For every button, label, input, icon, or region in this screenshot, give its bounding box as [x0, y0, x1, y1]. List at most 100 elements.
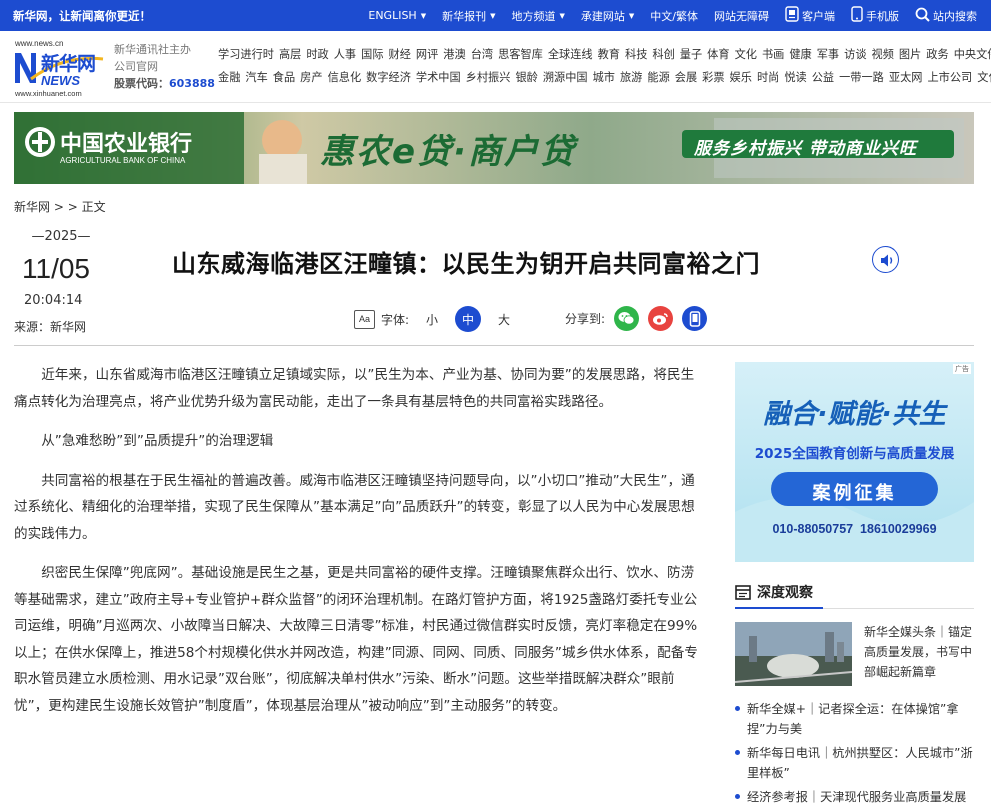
- list-item[interactable]: 经济参考报｜天津现代服务业高质量发展: [735, 787, 974, 807]
- site-header: www.news.cn 新华网 NEWS www.xinhuanet.com 新…: [0, 31, 991, 103]
- channel-link-8[interactable]: 银龄: [515, 66, 537, 89]
- font-size-label: 字体:: [381, 312, 410, 327]
- nav-newspapers[interactable]: 新华报刊 ▼: [442, 8, 495, 24]
- channel-link-24[interactable]: 中央文件: [954, 43, 991, 66]
- channel-link-20[interactable]: 亚太网: [889, 66, 923, 89]
- channel-link-17[interactable]: 悦读: [784, 66, 806, 89]
- channel-link-13[interactable]: 会展: [675, 66, 697, 89]
- nav-traditional-chinese[interactable]: 中文/繁体: [650, 8, 698, 24]
- read-aloud-button[interactable]: [872, 246, 899, 273]
- channel-link-17[interactable]: 书画: [762, 43, 784, 66]
- nav-accessibility[interactable]: 网站无障碍: [714, 8, 769, 24]
- channel-link-11[interactable]: 教育: [598, 43, 620, 66]
- channel-link-1[interactable]: 高层: [279, 43, 301, 66]
- channel-link-15[interactable]: 体育: [707, 43, 729, 66]
- stock-code[interactable]: 603888: [169, 77, 215, 90]
- nav-search[interactable]: 站内搜索: [915, 7, 977, 25]
- share-weibo-button[interactable]: [648, 306, 674, 331]
- channel-link-6[interactable]: 学术中国: [416, 66, 461, 89]
- nav-english[interactable]: ENGLISH ▼: [368, 9, 426, 22]
- font-size-medium-button[interactable]: 中: [455, 306, 482, 332]
- channel-link-20[interactable]: 访谈: [844, 43, 866, 66]
- logo-news-text: NEWS: [41, 73, 80, 88]
- search-icon: [915, 7, 930, 25]
- channel-link-23[interactable]: 政务: [926, 43, 948, 66]
- channel-link-3[interactable]: 房产: [300, 66, 322, 89]
- wechat-icon: [618, 312, 635, 325]
- channel-link-19[interactable]: 军事: [817, 43, 839, 66]
- channel-row-1: 学习进行时 高层 时政 人事 国际 财经 网评 港澳 台湾 思客智库 全球连线 教育 科技 科创 量子 体育文…: [218, 43, 991, 66]
- channel-link-7[interactable]: 乡村振兴: [466, 66, 511, 89]
- nav-newspapers-label: 新华报刊: [442, 9, 487, 23]
- channel-link-10[interactable]: 城市: [593, 66, 615, 89]
- article-paragraph: 织密民生保障”兜底网”。基础设施是民生之基，更是共同富裕的硬件支撑。汪疃镇聚焦群…: [14, 565, 698, 714]
- bank-banner-ad[interactable]: 中国农业银行 AGRICULTURAL BANK OF CHINA 惠农e贷·商…: [14, 112, 974, 184]
- channel-link-5[interactable]: 数字经济: [366, 66, 411, 89]
- deep-observation-title: 深度观察: [757, 585, 813, 601]
- ad-cta-button[interactable]: 案例征集: [771, 479, 938, 505]
- breadcrumb-separator: >: [53, 200, 64, 214]
- channel-link-0[interactable]: 金融: [218, 66, 240, 89]
- site-logo[interactable]: www.news.cn 新华网 NEWS www.xinhuanet.com: [13, 39, 105, 98]
- chevron-down-icon: ▼: [420, 11, 427, 20]
- channel-link-11[interactable]: 旅游: [620, 66, 642, 89]
- channel-link-19[interactable]: 一带一路: [839, 66, 884, 89]
- channel-link-21[interactable]: 视频: [872, 43, 894, 66]
- channel-link-1[interactable]: 汽车: [245, 66, 267, 89]
- stock-label: 股票代码：: [114, 77, 169, 90]
- channel-link-7[interactable]: 港澳: [443, 43, 465, 66]
- list-item[interactable]: 新华每日电讯｜杭州拱墅区：人民城市”浙里样板”: [735, 743, 974, 783]
- channel-link-2[interactable]: 食品: [273, 66, 295, 89]
- share-mobile-button[interactable]: [682, 306, 708, 331]
- channel-link-12[interactable]: 能源: [647, 66, 669, 89]
- channel-link-2[interactable]: 时政: [306, 43, 328, 66]
- feature-title[interactable]: 新华全媒头条｜锚定高质量发展，书写中部崛起新篇章: [864, 622, 976, 682]
- speaker-icon: [881, 254, 893, 267]
- nav-app[interactable]: 客户端: [785, 6, 835, 25]
- nav-mobile[interactable]: 手机版: [851, 6, 899, 25]
- channel-link-13[interactable]: 科创: [652, 43, 674, 66]
- list-item[interactable]: 新华全媒+｜记者探全运：在体操馆”拿捏”力与美: [735, 699, 974, 739]
- channel-link-16[interactable]: 文化: [735, 43, 757, 66]
- article-paragraph: 共同富裕的根基在于民生福祉的普遍改善。威海市临港区汪疃镇坚持问题导向，以”小切口…: [14, 472, 695, 542]
- channel-link-4[interactable]: 国际: [361, 43, 383, 66]
- nav-search-label: 站内搜索: [933, 9, 977, 23]
- source-label: 来源：: [14, 320, 51, 334]
- channel-link-15[interactable]: 娱乐: [730, 66, 752, 89]
- channel-link-12[interactable]: 科技: [625, 43, 647, 66]
- breadcrumb-home[interactable]: 新华网: [14, 200, 50, 214]
- channel-link-21[interactable]: 上市公司: [927, 66, 972, 89]
- channel-link-0[interactable]: 学习进行时: [218, 43, 274, 66]
- channel-link-6[interactable]: 网评: [416, 43, 438, 66]
- nav-hosted-sites[interactable]: 承建网站 ▼: [581, 8, 634, 24]
- chevron-down-icon: ▼: [559, 11, 565, 20]
- channel-link-3[interactable]: 人事: [334, 43, 356, 66]
- channel-link-9[interactable]: 思客智库: [498, 43, 543, 66]
- share-wechat-button[interactable]: [614, 306, 640, 331]
- font-size-large-button[interactable]: 大: [491, 306, 517, 332]
- channel-link-9[interactable]: 溯源中国: [543, 66, 588, 89]
- channel-link-22[interactable]: 文化产业: [977, 66, 991, 89]
- channel-nav: 学习进行时 高层 时政 人事 国际 财经 网评 港澳 台湾 思客智库 全球连线 教育 科技 科创 量子 体育文…: [218, 43, 991, 89]
- channel-link-4[interactable]: 信息化: [328, 66, 362, 89]
- font-size-small-button[interactable]: 小: [419, 306, 445, 332]
- channel-link-8[interactable]: 台湾: [471, 43, 493, 66]
- channel-link-22[interactable]: 图片: [899, 43, 921, 66]
- banner-slogan: 惠农e贷·商户贷: [320, 132, 576, 172]
- channel-link-16[interactable]: 时尚: [757, 66, 779, 89]
- news-list: 新华全媒+｜记者探全运：在体操馆”拿捏”力与美 新华每日电讯｜杭州拱墅区：人民城…: [735, 699, 974, 807]
- channel-link-18[interactable]: 公益: [812, 66, 834, 89]
- feature-story[interactable]: 新华全媒头条｜锚定高质量发展，书写中部崛起新篇章: [735, 622, 974, 686]
- banner-tagline: 服务乡村振兴 带动商业兴旺: [694, 139, 917, 159]
- nav-local-label: 地方频道: [511, 9, 556, 23]
- channel-link-5[interactable]: 财经: [389, 43, 411, 66]
- breadcrumb-separator: >: [67, 200, 78, 214]
- channel-link-14[interactable]: 彩票: [702, 66, 724, 89]
- channel-link-18[interactable]: 健康: [789, 43, 811, 66]
- feature-thumbnail[interactable]: [735, 622, 852, 686]
- channel-link-10[interactable]: 全球连线: [548, 43, 593, 66]
- channel-link-14[interactable]: 量子: [680, 43, 702, 66]
- education-ad[interactable]: 广告 融合·赋能·共生 2025全国教育创新与高质量发展 案例征集 010-88…: [735, 362, 974, 562]
- nav-local-channels[interactable]: 地方频道 ▼: [512, 8, 565, 24]
- mobile-share-icon: [689, 310, 700, 327]
